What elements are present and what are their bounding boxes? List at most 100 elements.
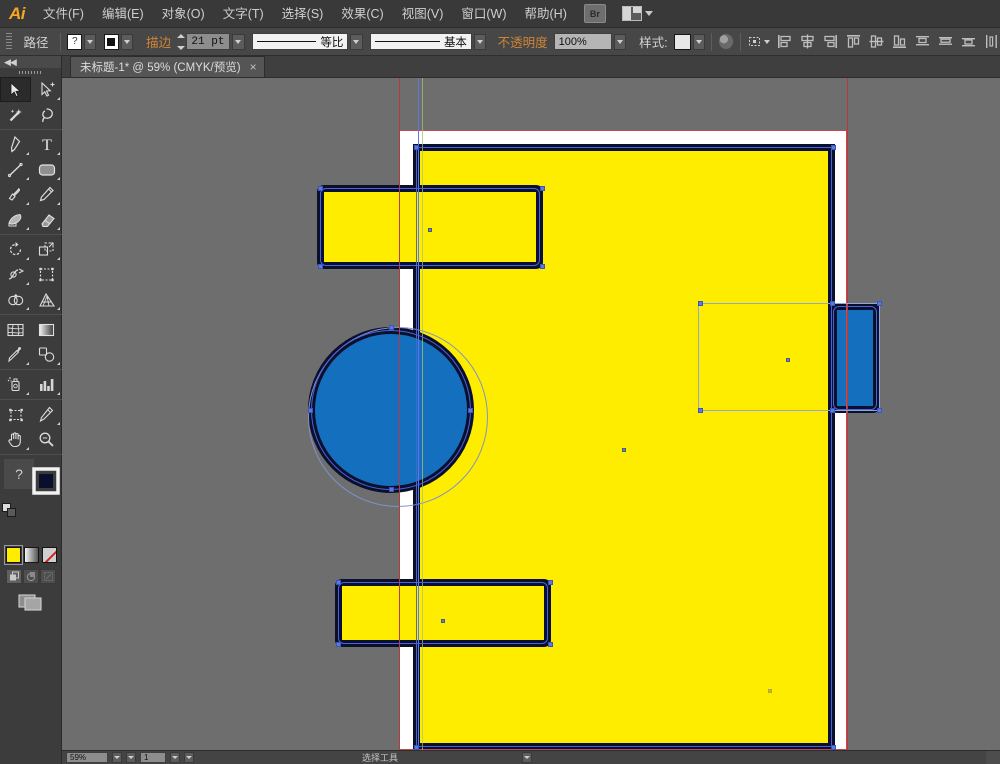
draw-behind-button[interactable] (23, 569, 39, 584)
opacity-field[interactable]: 100% (553, 33, 612, 50)
menu-type[interactable]: 文字(T) (214, 0, 273, 28)
transform-icon[interactable] (747, 34, 770, 49)
align-middle-vertical-icon[interactable] (868, 33, 885, 50)
artboard-nav-first[interactable] (126, 752, 136, 763)
stroke-profile-value: 等比 (320, 36, 344, 49)
none-color-button[interactable] (42, 547, 57, 563)
menu-object[interactable]: 对象(O) (153, 0, 214, 28)
graphic-style-dropdown[interactable] (693, 33, 706, 50)
brush-definition-dropdown[interactable] (473, 33, 487, 50)
stroke-color-swatch[interactable] (103, 33, 119, 50)
free-transform-tool[interactable] (31, 262, 62, 287)
menu-file[interactable]: 文件(F) (34, 0, 93, 28)
canvas-area[interactable] (62, 78, 1000, 750)
align-right-icon[interactable] (822, 33, 839, 50)
selection-tool[interactable] (0, 77, 31, 102)
draw-inside-button[interactable] (40, 569, 56, 584)
distribute-bottom-icon[interactable] (960, 33, 977, 50)
brush-definition-combo[interactable]: 基本 (369, 33, 472, 50)
distribute-spacing-icon[interactable] (983, 33, 1000, 50)
slice-tool[interactable] (31, 402, 62, 427)
direct-selection-tool[interactable] (31, 77, 62, 102)
rectangle-tool[interactable] (31, 157, 62, 182)
artboard-number-field[interactable]: 1 (140, 752, 166, 763)
top-left-rounded-rectangle-shape[interactable] (317, 185, 543, 269)
blend-tool[interactable] (31, 342, 62, 367)
stroke-weight-field[interactable]: 21 pt (186, 33, 231, 50)
menu-effect[interactable]: 效果(C) (332, 0, 392, 28)
blob-brush-tool[interactable] (0, 207, 31, 232)
rotate-tool[interactable] (0, 237, 31, 262)
control-bar: 路径 ? 描边 21 pt 等比 基本 不透明度 100% 样式: (0, 28, 1000, 56)
stroke-profile-combo[interactable]: 等比 (251, 33, 349, 50)
draw-normal-button[interactable] (6, 569, 22, 584)
menu-select[interactable]: 选择(S) (273, 0, 333, 28)
gradient-tool[interactable] (31, 317, 62, 342)
menu-window[interactable]: 窗口(W) (452, 0, 515, 28)
close-icon[interactable]: × (250, 61, 257, 73)
stroke-label[interactable]: 描边 (140, 32, 177, 51)
arrange-documents-button[interactable] (621, 6, 653, 21)
stroke-color-indicator[interactable] (26, 461, 60, 495)
launch-bridge-button[interactable]: Br (583, 4, 606, 23)
zoom-level-field[interactable]: 59% (66, 752, 108, 763)
column-graph-tool[interactable] (31, 372, 62, 397)
tool-flyout-indicator (26, 152, 29, 155)
fill-swatch-dropdown[interactable] (84, 33, 97, 50)
align-center-horizontal-icon[interactable] (799, 33, 816, 50)
magic-wand-tool[interactable] (0, 102, 31, 127)
align-bottom-icon[interactable] (891, 33, 908, 50)
distribute-center-icon[interactable] (937, 33, 954, 50)
hand-tool[interactable] (0, 427, 31, 452)
menu-view[interactable]: 视图(V) (393, 0, 453, 28)
artboard-nav-next[interactable] (170, 752, 180, 763)
lasso-tool[interactable] (31, 102, 62, 127)
stroke-swatch-dropdown[interactable] (120, 33, 133, 50)
pen-tool[interactable] (0, 132, 31, 157)
scroll-corner[interactable] (986, 751, 1000, 764)
line-segment-tool[interactable] (0, 157, 31, 182)
pencil-tool[interactable] (31, 182, 62, 207)
right-blue-rounded-rectangle-shape[interactable] (830, 303, 880, 413)
stroke-weight-dropdown[interactable] (232, 33, 245, 50)
zoom-tool[interactable] (31, 427, 62, 452)
menu-edit[interactable]: 编辑(E) (93, 0, 153, 28)
default-fill-stroke-icon[interactable] (2, 503, 17, 518)
type-tool[interactable]: T (31, 132, 62, 157)
fill-color-button[interactable] (4, 545, 23, 565)
gradient-button[interactable] (24, 547, 39, 563)
tool-flyout-indicator (57, 97, 60, 100)
scale-tool[interactable] (31, 237, 62, 262)
align-top-icon[interactable] (845, 33, 862, 50)
left-blue-circle-shape[interactable] (308, 327, 474, 493)
eyedropper-tool[interactable] (0, 342, 31, 367)
menu-help[interactable]: 帮助(H) (516, 0, 576, 28)
opacity-dropdown[interactable] (613, 33, 626, 50)
zoom-level-dropdown[interactable] (112, 752, 122, 763)
collapse-panel-icon[interactable]: ◀◀ (4, 57, 17, 67)
graphic-style-swatch[interactable] (673, 33, 692, 50)
artboard-tool[interactable] (0, 402, 31, 427)
document-tab[interactable]: 未标题-1* @ 59% (CMYK/预览) × (70, 56, 265, 77)
align-left-icon[interactable] (776, 33, 793, 50)
stroke-weight-stepper[interactable] (177, 33, 186, 50)
distribute-top-icon[interactable] (914, 33, 931, 50)
recolor-artwork-icon[interactable] (718, 33, 735, 50)
status-menu-dropdown[interactable] (522, 752, 533, 763)
fill-color-swatch[interactable]: ? (67, 33, 83, 50)
shape-builder-tool[interactable] (0, 287, 31, 312)
symbol-sprayer-tool[interactable] (0, 372, 31, 397)
screen-mode-button[interactable] (0, 584, 61, 612)
tool-flyout-indicator (57, 202, 60, 205)
bottom-left-rounded-rectangle-shape[interactable] (335, 579, 551, 647)
eraser-tool[interactable] (31, 207, 62, 232)
opacity-label[interactable]: 不透明度 (492, 32, 554, 51)
perspective-grid-tool[interactable] (31, 287, 62, 312)
stroke-profile-dropdown[interactable] (350, 33, 363, 50)
artboard-nav-last[interactable] (184, 752, 194, 763)
tools-panel-grip[interactable] (0, 68, 61, 77)
control-bar-grip[interactable] (6, 32, 13, 51)
width-tool[interactable] (0, 262, 31, 287)
mesh-tool[interactable] (0, 317, 31, 342)
paintbrush-tool[interactable] (0, 182, 31, 207)
